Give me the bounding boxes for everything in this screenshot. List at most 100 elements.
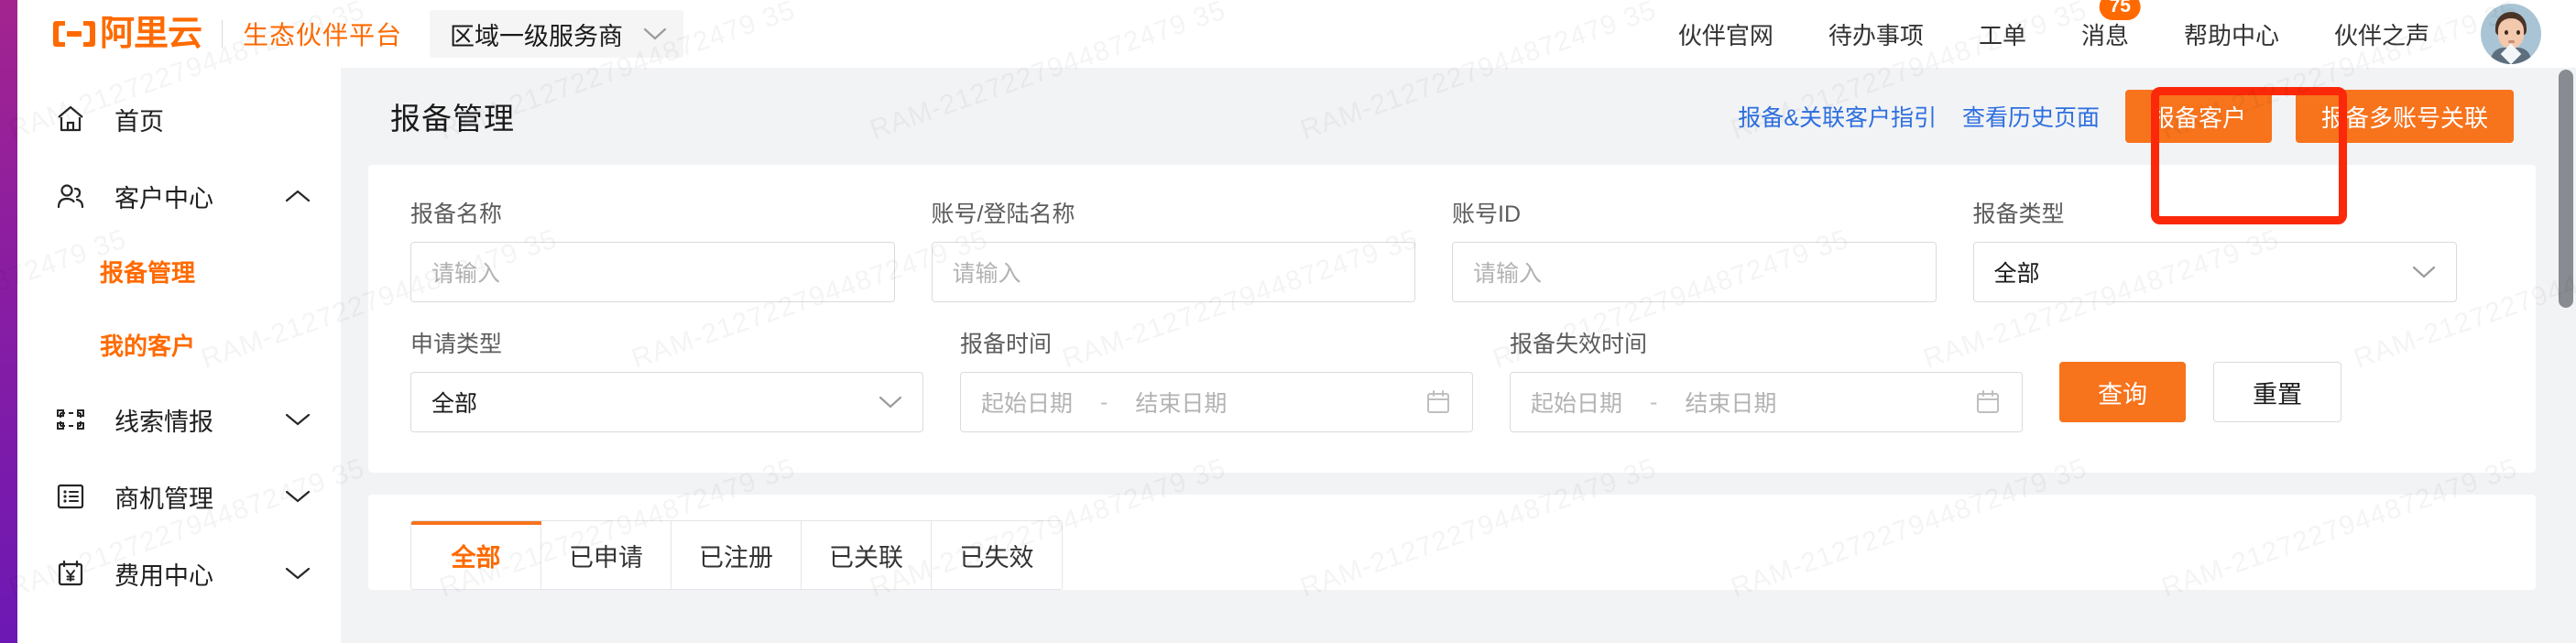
global-header: 阿里云 生态伙伴平台 区域一级服务商 伙伴官网 待办事项 工单 75 消息 帮助…	[17, 0, 2576, 68]
nav-item-help-center[interactable]: 帮助中心	[2156, 17, 2307, 51]
application-type-select[interactable]: 全部	[410, 372, 923, 432]
report-time-daterange[interactable]: 起始日期 - 结束日期	[960, 372, 1473, 432]
report-time-end-input[interactable]: 结束日期	[1135, 386, 1227, 419]
chevron-up-icon[interactable]	[284, 187, 311, 205]
sidebar-subitem-report-management[interactable]: 报备管理	[17, 234, 341, 308]
link-report-guide[interactable]: 报备&关联客户指引	[1738, 100, 1937, 133]
tab-registered[interactable]: 已注册	[671, 521, 802, 589]
tab-label: 已注册	[699, 543, 773, 572]
daterange-separator: -	[1650, 388, 1658, 415]
nav-label: 消息	[2080, 21, 2129, 49]
sidebar-item-opportunity[interactable]: 商机管理	[17, 458, 341, 535]
nav-item-partner-site[interactable]: 伙伴官网	[1651, 17, 1801, 51]
sidebar-item-label: 首页	[115, 107, 164, 136]
chevron-down-icon	[643, 27, 667, 41]
aliyun-logo[interactable]: 阿里云	[52, 16, 202, 51]
scrollbar-thumb[interactable]	[2559, 70, 2573, 308]
field-report-type: 报备类型 全部	[1972, 196, 2457, 302]
left-accent-rail	[0, 0, 17, 643]
nav-item-partner-voice[interactable]: 伙伴之声	[2307, 17, 2457, 51]
page-header-actions: 报备&关联客户指引 查看历史页面 报备客户 报备多账号关联	[1738, 90, 2514, 143]
sidebar-item-label: 线索情报	[115, 408, 213, 436]
avatar[interactable]	[2481, 4, 2541, 64]
field-label: 报备类型	[1972, 202, 2065, 227]
sidebar-item-label: 费用中心	[115, 561, 213, 590]
leads-icon	[52, 401, 89, 438]
report-expiry-start-input[interactable]: 起始日期	[1531, 386, 1622, 419]
role-selector-value: 区域一级服务商	[450, 22, 624, 50]
chevron-down-icon[interactable]	[284, 564, 311, 583]
account-id-input[interactable]: 请输入	[1452, 242, 1937, 302]
page-title: 报备管理	[390, 102, 515, 136]
chevron-down-icon[interactable]	[284, 410, 311, 429]
calendar-icon[interactable]	[1424, 388, 1452, 416]
role-selector[interactable]: 区域一级服务商	[430, 10, 684, 58]
field-label: 账号ID	[1452, 202, 1522, 227]
chevron-down-icon[interactable]	[284, 487, 311, 506]
tab-expired[interactable]: 已失效	[932, 521, 1062, 589]
field-report-name: 报备名称 请输入	[410, 196, 895, 302]
report-multi-account-button[interactable]: 报备多账号关联	[2295, 90, 2514, 143]
list-icon	[52, 478, 89, 515]
account-login-name-input[interactable]: 请输入	[931, 242, 1415, 302]
field-report-expiry-time: 报备失效时间 起始日期 - 结束日期	[1510, 326, 2023, 432]
application-type-value: 全部	[431, 391, 478, 417]
field-application-type: 申请类型 全部	[410, 326, 923, 432]
nav-label: 伙伴官网	[1677, 21, 1774, 49]
nav-item-todo[interactable]: 待办事项	[1801, 17, 1951, 51]
users-icon	[52, 178, 89, 214]
filter-row-1: 报备名称 请输入 账号/登陆名称 请输入 账号ID 请输入 报备类型 全部	[410, 196, 2494, 302]
brand-area: 阿里云 生态伙伴平台 区域一级服务商	[17, 10, 684, 58]
aliyun-mark-icon	[52, 18, 96, 49]
daterange-separator: -	[1100, 388, 1108, 415]
nav-label: 工单	[1978, 21, 2026, 49]
sidebar-item-customer-center[interactable]: 客户中心	[17, 158, 341, 234]
tab-label: 全部	[451, 543, 501, 572]
sidebar-item-home[interactable]: 首页	[17, 81, 341, 158]
filter-row-2: 申请类型 全部 报备时间 起始日期 - 结束日期 报备失效时间 起始日期 - 结…	[410, 326, 2494, 432]
report-customer-button[interactable]: 报备客户	[2124, 90, 2272, 143]
nav-label: 伙伴之声	[2333, 21, 2429, 49]
field-label: 申请类型	[410, 332, 503, 357]
report-expiry-daterange[interactable]: 起始日期 - 结束日期	[1510, 372, 2023, 432]
sidebar-item-label: 客户中心	[115, 184, 213, 213]
header-nav: 伙伴官网 待办事项 工单 75 消息 帮助中心 伙伴之声	[1651, 0, 2576, 64]
reset-button[interactable]: 重置	[2213, 362, 2341, 422]
tabs-panel: 全部 已申请 已注册 已关联 已失效	[368, 495, 2536, 590]
filter-panel: 报备名称 请输入 账号/登陆名称 请输入 账号ID 请输入 报备类型 全部 申请…	[368, 165, 2536, 473]
sidebar-item-billing[interactable]: 费用中心	[17, 535, 341, 612]
yen-icon	[52, 555, 89, 592]
nav-label: 帮助中心	[2183, 21, 2279, 49]
tab-applied[interactable]: 已申请	[541, 521, 671, 589]
sidebar-subitem-label: 报备管理	[100, 258, 196, 287]
report-type-select[interactable]: 全部	[1972, 242, 2457, 302]
report-expiry-end-input[interactable]: 结束日期	[1685, 386, 1776, 419]
field-label: 报备名称	[410, 202, 503, 227]
tab-label: 已失效	[959, 543, 1034, 572]
home-icon	[52, 101, 89, 137]
report-name-input[interactable]: 请输入	[410, 242, 895, 302]
sidebar-subitem-my-customers[interactable]: 我的客户	[17, 308, 341, 381]
calendar-icon[interactable]	[1974, 388, 2002, 416]
report-time-start-input[interactable]: 起始日期	[981, 386, 1073, 419]
tab-associated[interactable]: 已关联	[802, 521, 932, 589]
report-type-value: 全部	[1993, 261, 2040, 287]
page-header: 报备管理 报备&关联客户指引 查看历史页面 报备客户 报备多账号关联	[368, 68, 2536, 165]
avatar-mouth	[2508, 40, 2515, 43]
link-history-page[interactable]: 查看历史页面	[1962, 100, 2100, 133]
tab-label: 已申请	[569, 543, 643, 572]
filter-actions: 查询 重置	[2059, 362, 2341, 422]
brand-divider	[222, 20, 224, 48]
messages-badge: 75	[2099, 0, 2141, 20]
nav-item-messages[interactable]: 75 消息	[2054, 0, 2156, 51]
sidebar-item-leads[interactable]: 线索情报	[17, 381, 341, 458]
field-label: 账号/登陆名称	[931, 202, 1075, 227]
status-tabs: 全部 已申请 已注册 已关联 已失效	[410, 520, 1063, 590]
tab-all[interactable]: 全部	[411, 521, 541, 589]
nav-item-tickets[interactable]: 工单	[1951, 17, 2054, 51]
chevron-down-icon	[2412, 259, 2436, 286]
nav-label: 待办事项	[1828, 21, 1924, 49]
sidebar-item-label: 商机管理	[115, 485, 213, 513]
search-button[interactable]: 查询	[2059, 362, 2186, 422]
sidebar-subitem-label: 我的客户	[100, 332, 196, 360]
